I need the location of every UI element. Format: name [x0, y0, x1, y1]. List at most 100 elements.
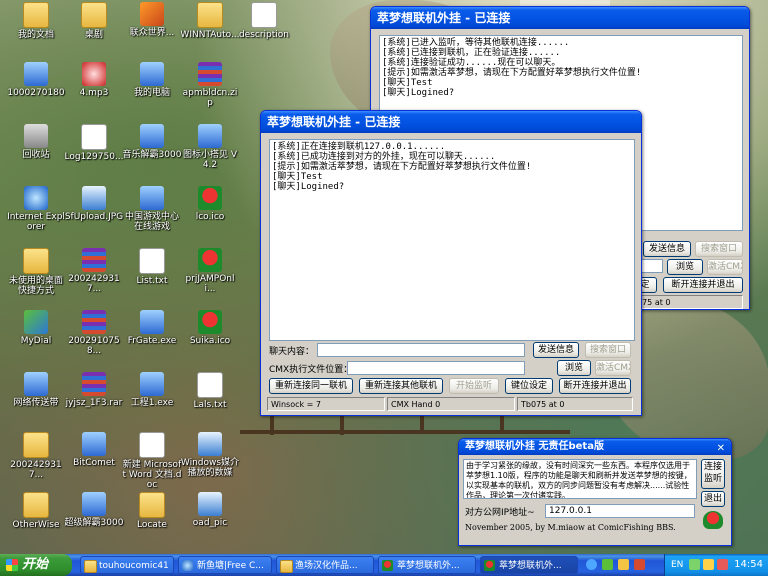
- desktop-icon[interactable]: 网络传送带: [6, 372, 66, 408]
- desktop-icon[interactable]: prjJAMPOnli...: [180, 248, 240, 294]
- desktop-icon-label: BitComet: [73, 458, 115, 468]
- desktop-icon-label: jyjsz_1F3.rar: [65, 398, 123, 408]
- network-icon[interactable]: [689, 559, 700, 570]
- desktop-icon[interactable]: Suika.ico: [180, 310, 240, 346]
- desktop-icon[interactable]: oad_pic: [180, 492, 240, 528]
- desktop-icon[interactable]: apmbldcn.zip: [180, 62, 240, 108]
- search-window-button[interactable]: 搜索窗口: [695, 241, 743, 257]
- media-file-icon: [198, 432, 222, 456]
- desktop-icon[interactable]: Log129750...: [64, 124, 124, 162]
- desktop-icon[interactable]: description: [234, 2, 294, 40]
- desktop-icon[interactable]: 中国游戏中心 在线游戏: [122, 186, 182, 232]
- desktop-icon-label: 音乐解霸3000: [122, 150, 182, 160]
- desktop-icon[interactable]: Internet Explorer: [6, 186, 66, 232]
- cmx-path-field[interactable]: [347, 361, 525, 375]
- taskbar-item[interactable]: 新鱼塘|Free C...: [178, 556, 272, 574]
- ie-icon: [182, 560, 193, 571]
- desktop-icon[interactable]: 1000270180: [6, 62, 66, 98]
- desktop-icon-label: 网络传送带: [13, 398, 59, 408]
- search-window-button[interactable]: 搜索窗口: [585, 342, 631, 358]
- desktop-icon[interactable]: 音乐解霸3000: [122, 124, 182, 160]
- desktop-icon[interactable]: 回收站: [6, 124, 66, 160]
- desktop-icon-label: 工程1.exe: [130, 398, 174, 408]
- desktop-icon[interactable]: Lals.txt: [180, 372, 240, 410]
- browse-button[interactable]: 浏览: [667, 259, 703, 275]
- desktop-icon[interactable]: 超级解霸3000: [64, 492, 124, 528]
- desktop-icon[interactable]: FrGate.exe: [122, 310, 182, 346]
- listen-label: 监听: [703, 474, 722, 484]
- archive-icon: [82, 248, 106, 272]
- taskbar-item[interactable]: 渔场汉化作品...: [276, 556, 374, 574]
- image-file-icon: [82, 186, 106, 210]
- desktop-icon[interactable]: 4.mp3: [64, 62, 124, 98]
- desktop-icon[interactable]: 我的电脑: [122, 62, 182, 98]
- desktop-icon[interactable]: 图标小搭见 V4.2: [180, 124, 240, 170]
- quick-launch-icon[interactable]: [586, 559, 597, 570]
- desktop-icon-label: Log129750...: [64, 152, 124, 162]
- desktop-icon[interactable]: 2002910758...: [64, 310, 124, 356]
- ip-input[interactable]: 127.0.0.1: [545, 504, 695, 518]
- reconnect-same-button[interactable]: 重新连接同一联机: [269, 378, 353, 394]
- beta-window[interactable]: 萃梦想联机外挂 无责任beta版 ✕ 由于学习紧张的缘故，没有时间深究一些东西。…: [458, 438, 732, 546]
- desktop-icon-label: lco.ico: [195, 212, 225, 222]
- desktop-icon[interactable]: Locate: [122, 492, 182, 530]
- desktop-icon[interactable]: 联众世界...: [122, 2, 182, 38]
- desktop-icon[interactable]: WINNTAuto...: [180, 2, 240, 40]
- start-button[interactable]: 开始: [0, 554, 72, 576]
- desktop-icon-label: 未使用的桌面 快捷方式: [8, 276, 63, 296]
- desktop-icon[interactable]: lco.ico: [180, 186, 240, 222]
- send-message-button[interactable]: 发送信息: [643, 241, 691, 257]
- desktop-icon-label: 回收站: [22, 150, 50, 160]
- desktop-icon-label: Locate: [137, 520, 167, 530]
- desktop-icon[interactable]: MyDial: [6, 310, 66, 346]
- disconnect-exit-button[interactable]: 断开连接并退出: [559, 378, 631, 394]
- front-main-window[interactable]: 萃梦想联机外挂 - 已连接 [系统]正在连接到联机127.0.0.1......…: [260, 110, 642, 416]
- desktop-icon[interactable]: List.txt: [122, 248, 182, 286]
- desktop-icon[interactable]: Windows媒介 播放的数媒: [180, 432, 240, 478]
- bridge-post: [500, 414, 504, 434]
- quick-launch-icon[interactable]: [618, 559, 629, 570]
- text-file-icon: [139, 248, 165, 274]
- document-icon: [251, 2, 277, 28]
- taskbar-item[interactable]: touhoucomic41: [80, 556, 174, 574]
- desktop-icon[interactable]: 桌剧: [64, 2, 124, 40]
- language-indicator[interactable]: EN: [671, 554, 683, 576]
- desktop-icon[interactable]: 2002429317...: [6, 432, 66, 480]
- desktop-icon[interactable]: 未使用的桌面 快捷方式: [6, 248, 66, 296]
- desktop-icon-label: FrGate.exe: [127, 336, 177, 346]
- desktop-icon[interactable]: OtherWise: [6, 492, 66, 530]
- start-listen-button[interactable]: 开始监听: [449, 378, 499, 394]
- desktop-icon[interactable]: 2002429317...: [64, 248, 124, 294]
- desktop-icon-label: WINNTAuto...: [180, 30, 240, 40]
- desktop-icon[interactable]: 新建 Microsoft Word 文档.doc: [122, 432, 182, 490]
- chat-input[interactable]: [317, 343, 525, 357]
- activate-cmx-button[interactable]: 激活CMX: [595, 360, 631, 376]
- taskbar-item-label: 新鱼塘|Free C...: [197, 561, 264, 571]
- browse-button[interactable]: 浏览: [557, 360, 591, 376]
- network-icon: [24, 310, 48, 334]
- key-set-button[interactable]: 键位设定: [505, 378, 553, 394]
- desktop-icon[interactable]: 工程1.exe: [122, 372, 182, 408]
- quick-launch-icon[interactable]: [602, 559, 613, 570]
- close-icon[interactable]: ✕: [717, 441, 725, 457]
- desktop-icon[interactable]: BitComet: [64, 432, 124, 468]
- app-icon: [82, 432, 106, 456]
- taskbar-item[interactable]: 萃梦想联机外...: [378, 556, 476, 574]
- desktop-icon[interactable]: jyjsz_1F3.rar: [64, 372, 124, 408]
- connect-listen-button[interactable]: 连接 监听: [701, 459, 725, 489]
- activate-cmx-button[interactable]: 激活CMX: [707, 259, 743, 275]
- quick-launch-icon[interactable]: [634, 559, 645, 570]
- disconnect-exit-button[interactable]: 断开连接并退出: [663, 277, 743, 293]
- app-icon: [140, 186, 164, 210]
- exit-button[interactable]: 退出: [701, 491, 725, 507]
- desktop-icon[interactable]: 我的文档: [6, 2, 66, 40]
- desktop-icon[interactable]: SfUpload.JPG: [64, 186, 124, 222]
- taskbar-item-label: 萃梦想联机外...: [499, 561, 562, 571]
- reconnect-other-button[interactable]: 重新连接其他联机: [359, 378, 443, 394]
- window-title: 萃梦想联机外挂 - 已连接: [371, 7, 749, 29]
- speaker-icon[interactable]: [703, 559, 714, 570]
- taskbar-item-active[interactable]: 萃梦想联机外...: [480, 556, 578, 574]
- folder-icon: [84, 560, 97, 573]
- app-tray-icon[interactable]: [717, 559, 728, 570]
- send-message-button[interactable]: 发送信息: [533, 342, 579, 358]
